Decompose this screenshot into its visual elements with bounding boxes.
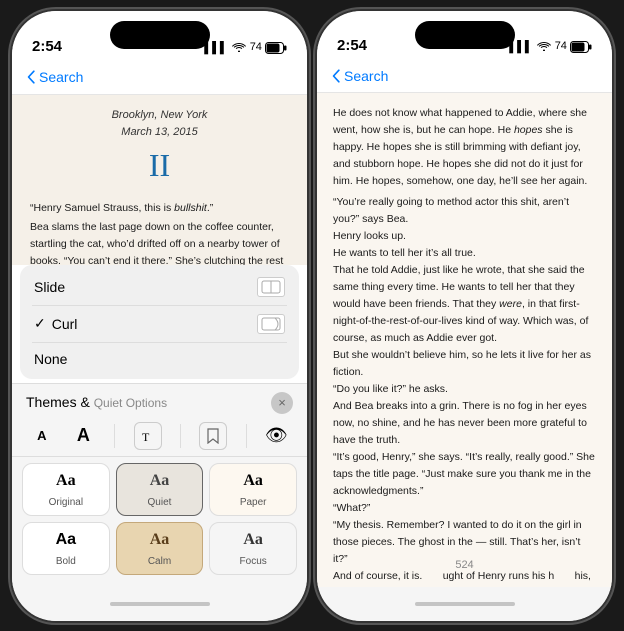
theme-focus-label: Focus <box>240 556 267 567</box>
status-icons-left: ▌▌▌ 74 <box>204 41 287 55</box>
status-bar-left: 2:54 ▌▌▌ 74 <box>12 11 307 61</box>
themes-title-row: Themes & Quiet Options × <box>12 392 307 418</box>
right-para-5: That he told Addie, just like he wrote, … <box>333 262 596 347</box>
battery-icon: 74 <box>250 41 287 53</box>
book-header: Brooklyn, New York March 13, 2015 II <box>30 107 289 191</box>
theme-focus[interactable]: Aa Focus <box>209 522 297 575</box>
curl-icon <box>257 314 285 334</box>
theme-original-display: Aa <box>29 472 103 490</box>
themes-section: Themes & Quiet Options × A A T <box>12 383 307 587</box>
right-para-7: “Do you like it?” he asks. <box>333 381 596 398</box>
quiet-options-label: Quiet Options <box>94 396 167 410</box>
right-para-10: “What?” <box>333 500 596 517</box>
book-location: Brooklyn, New York <box>30 107 289 124</box>
wifi-icon <box>232 41 246 55</box>
back-button-left[interactable]: Search <box>26 69 83 85</box>
right-para-4: He wants to tell her it’s all true. <box>333 245 596 262</box>
theme-paper[interactable]: Aa Paper <box>209 463 297 516</box>
right-para-6: But she wouldn’t believe him, so he lets… <box>333 347 596 381</box>
wifi-icon-right <box>537 40 551 54</box>
theme-calm[interactable]: Aa Calm <box>116 522 204 575</box>
book-content-left: Brooklyn, New York March 13, 2015 II “He… <box>12 95 307 265</box>
home-indicator-right <box>415 602 515 606</box>
curl-check: ✓ <box>34 315 46 332</box>
none-label: None <box>34 351 67 367</box>
page-number: 524 <box>455 557 473 575</box>
font-controls-row: A A T 👁 <box>12 418 307 457</box>
font-divider-2 <box>180 424 181 448</box>
theme-bold-label: Bold <box>56 556 76 567</box>
font-divider-1 <box>114 424 115 448</box>
right-para-3: Henry looks up. <box>333 228 596 245</box>
bottom-bar-right <box>317 587 612 620</box>
svg-text:T: T <box>142 430 150 444</box>
battery-icon-right: 74 <box>555 40 592 52</box>
theme-focus-display: Aa <box>216 531 290 549</box>
transition-slide[interactable]: Slide <box>20 269 299 305</box>
transition-curl-row: ✓ Curl <box>34 315 77 332</box>
font-small-button[interactable]: A <box>31 426 52 445</box>
slide-icon <box>257 277 285 297</box>
theme-paper-display: Aa <box>216 472 290 490</box>
right-phone-frame: 2:54 ▌▌▌ 74 Se <box>317 11 612 621</box>
right-para-9: “It’s good, Henry,” she says. “It’s real… <box>333 449 596 500</box>
theme-quiet-label: Quiet <box>148 497 172 508</box>
right-para-8: And Bea breaks into a grin. There is no … <box>333 398 596 449</box>
time-right: 2:54 <box>337 37 367 54</box>
transition-curl[interactable]: ✓ Curl <box>20 306 299 342</box>
theme-calm-label: Calm <box>148 556 171 567</box>
theme-calm-display: Aa <box>123 531 197 549</box>
phones-container: 2:54 ▌▌▌ 74 Se <box>12 11 612 621</box>
status-icons-right: ▌▌▌ 74 <box>509 40 592 54</box>
close-button[interactable]: × <box>271 392 293 414</box>
back-label-left: Search <box>39 69 83 85</box>
book-date: March 13, 2015 <box>30 124 289 141</box>
curl-label: Curl <box>52 316 78 332</box>
signal-icon: ▌▌▌ <box>204 42 227 54</box>
status-bar-right: 2:54 ▌▌▌ 74 <box>317 11 612 60</box>
theme-quiet-display: Aa <box>123 472 197 490</box>
themes-label: Themes & <box>26 394 94 410</box>
book-content-right: He does not know what happened to Addie,… <box>317 93 612 587</box>
themes-label-group: Themes & Quiet Options <box>26 394 167 412</box>
slide-label: Slide <box>34 279 65 295</box>
right-para-2: “You’re really going to method actor thi… <box>333 194 596 228</box>
transition-panel[interactable]: Slide ✓ Curl <box>20 265 299 379</box>
nav-bar-left[interactable]: Search <box>12 61 307 95</box>
eye-icon[interactable]: 👁 <box>265 425 288 446</box>
nav-bar-right[interactable]: Search <box>317 60 612 93</box>
transition-none[interactable]: None <box>20 343 299 375</box>
dynamic-island-right <box>415 21 515 49</box>
theme-bold[interactable]: Aa Bold <box>22 522 110 575</box>
theme-quiet[interactable]: Aa Quiet <box>116 463 204 516</box>
signal-icon-right: ▌▌▌ <box>509 41 532 53</box>
left-phone: 2:54 ▌▌▌ 74 Se <box>12 11 307 621</box>
book-chapter: II <box>30 141 289 191</box>
home-indicator-left <box>110 602 210 606</box>
bottom-bar-left <box>12 587 307 621</box>
right-phone: 2:54 ▌▌▌ 74 Se <box>317 11 612 621</box>
theme-original[interactable]: Aa Original <box>22 463 110 516</box>
book-text-left: “Henry Samuel Strauss, this is bullshit.… <box>30 200 289 264</box>
back-button-right[interactable]: Search <box>331 68 388 84</box>
font-bookmark-icon[interactable] <box>199 422 227 450</box>
theme-bold-display: Aa <box>29 531 103 549</box>
book-para-2: Bea slams the last page down on the coff… <box>30 219 289 265</box>
theme-paper-label: Paper <box>240 497 267 508</box>
font-large-button[interactable]: A <box>71 423 96 448</box>
transition-none-row: None <box>34 351 67 367</box>
left-phone-frame: 2:54 ▌▌▌ 74 Se <box>12 11 307 621</box>
dynamic-island-left <box>110 21 210 49</box>
right-para-1: He does not know what happened to Addie,… <box>333 105 596 190</box>
transition-slide-row: Slide <box>34 279 65 295</box>
book-para-1: “Henry Samuel Strauss, this is bullshit.… <box>30 200 289 217</box>
time-left: 2:54 <box>32 38 62 55</box>
theme-original-label: Original <box>49 497 83 508</box>
back-label-right: Search <box>344 68 388 84</box>
font-style-icon[interactable]: T <box>134 422 162 450</box>
theme-grid: Aa Original Aa Quiet Aa Paper Aa Bold <box>12 457 307 583</box>
font-divider-3 <box>246 424 247 448</box>
